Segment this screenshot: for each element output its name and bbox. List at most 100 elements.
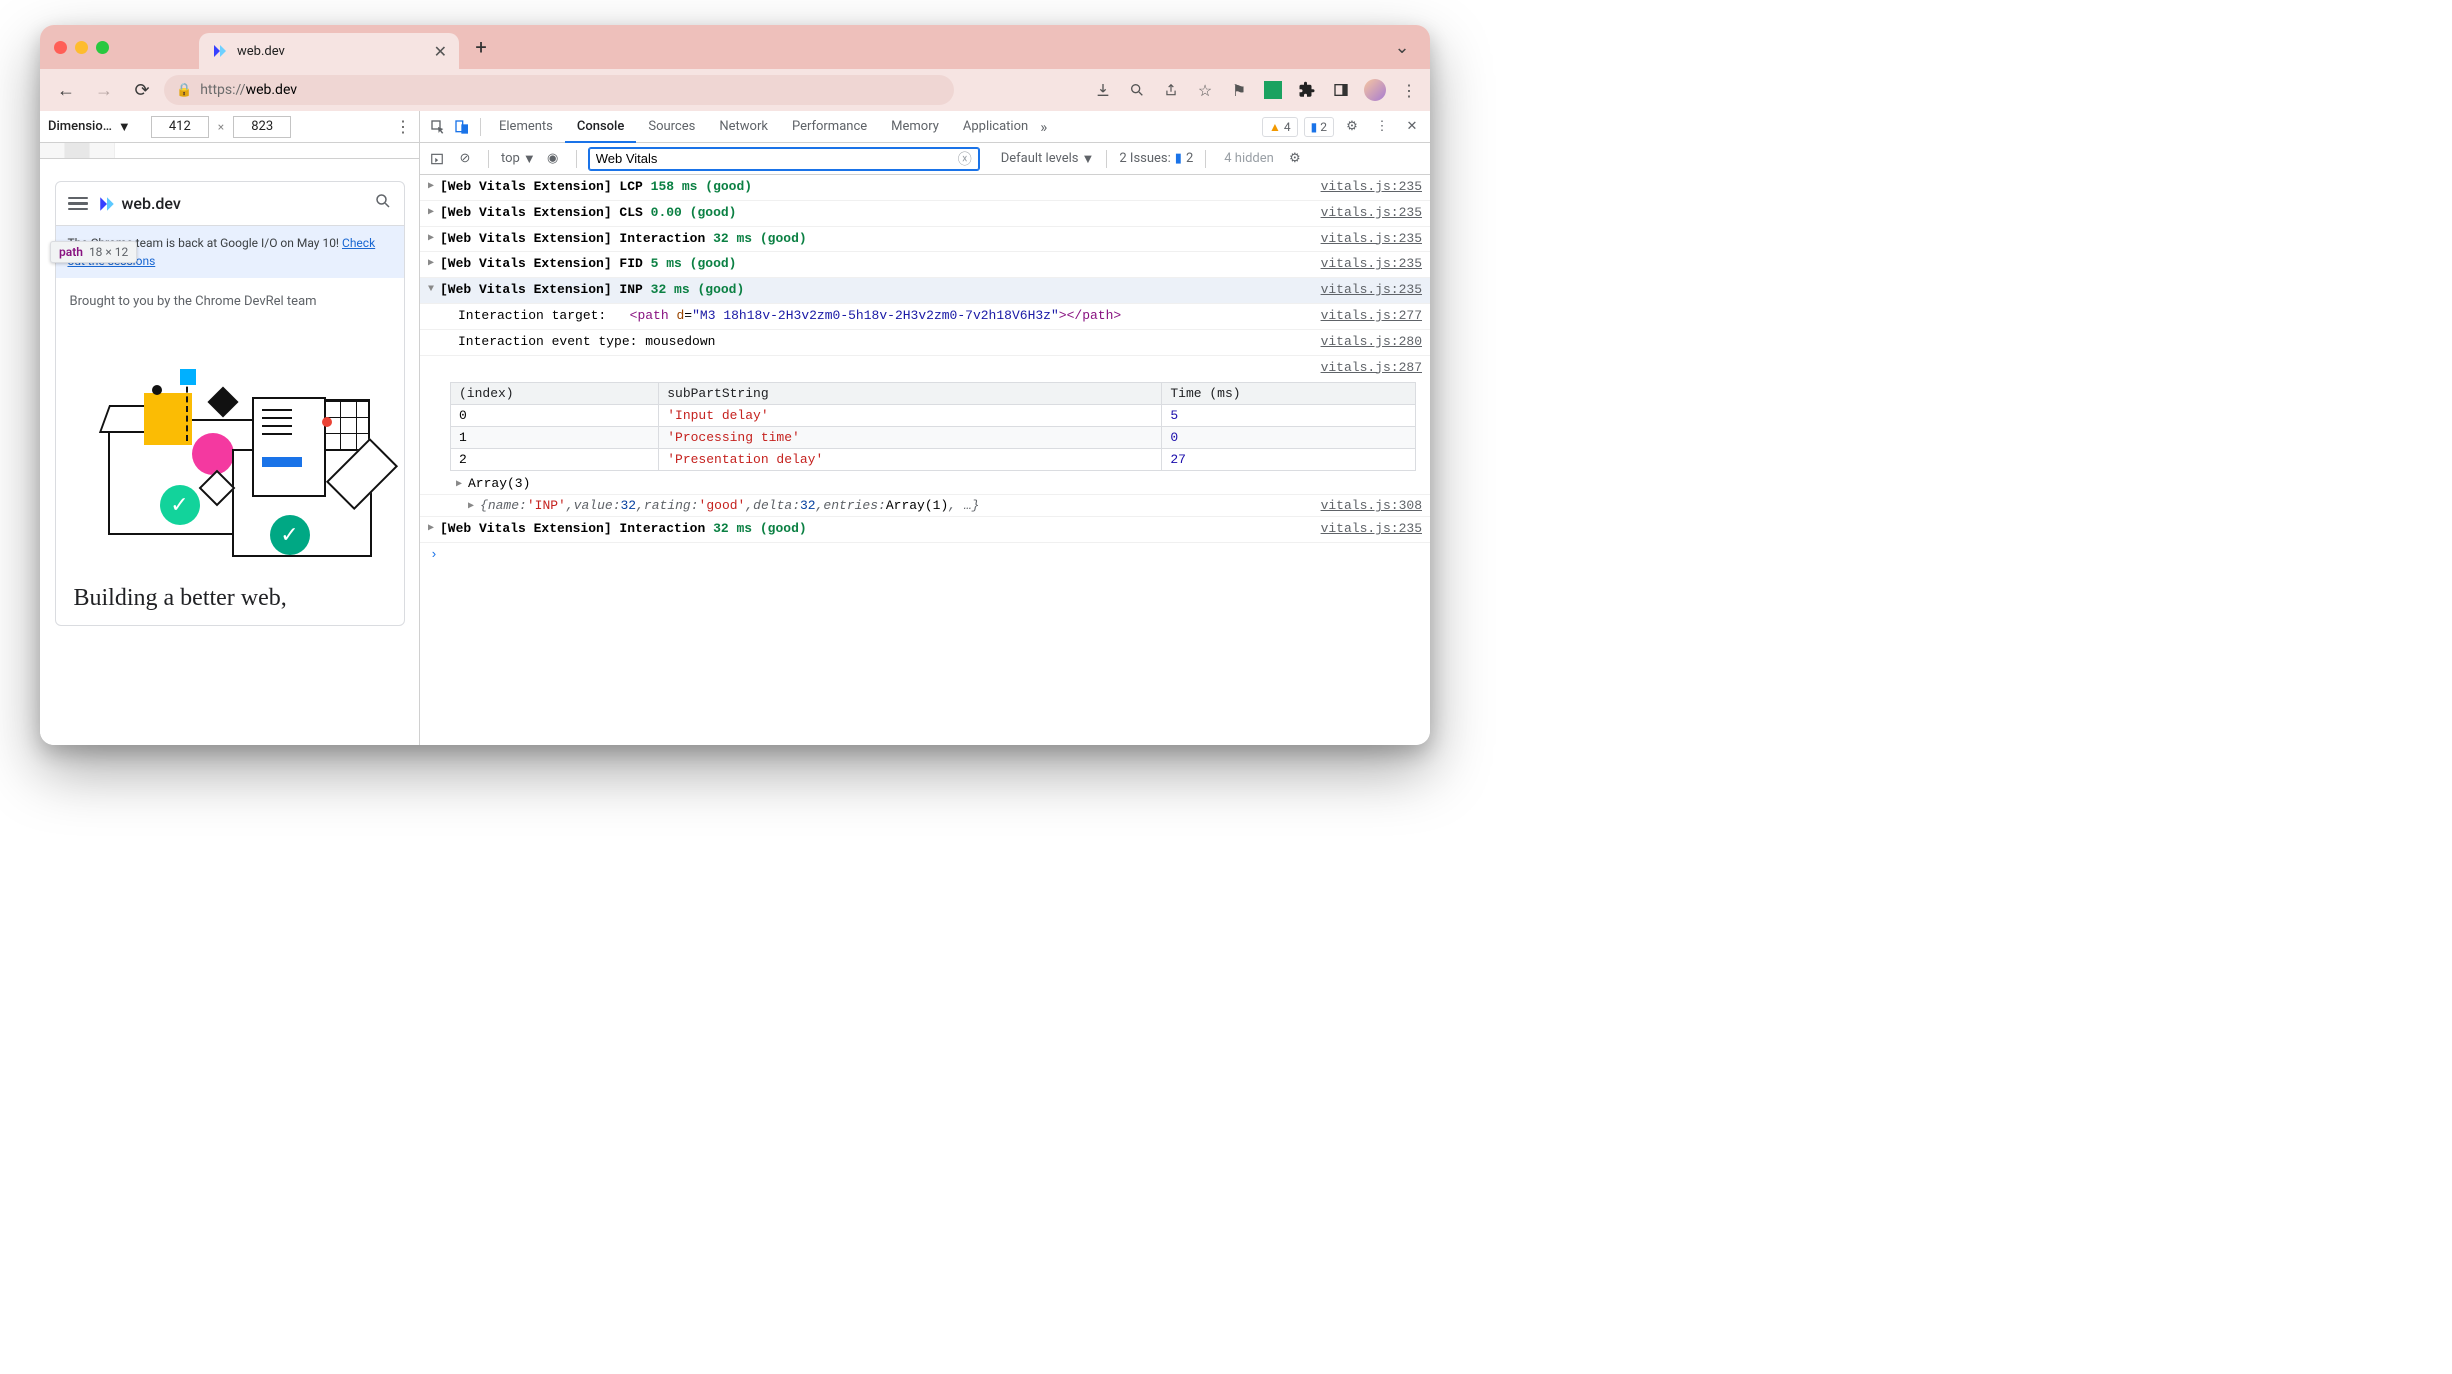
source-link[interactable]: vitals.js:235 [1309, 519, 1422, 540]
element-tooltip: path18 × 12 [50, 241, 137, 263]
address-bar: ← → ⟳ 🔒 https://web.dev ☆ ⚑ ⋮ [40, 69, 1430, 111]
device-menu[interactable]: ⋮ [395, 117, 411, 136]
download-icon[interactable] [1092, 79, 1114, 101]
webdev-logo-icon [98, 195, 116, 213]
page-header: web.dev [56, 182, 404, 226]
browser-window: web.dev ✕ + ⌄ ← → ⟳ 🔒 https://web.dev ☆ … [40, 25, 1430, 745]
log-row[interactable]: ▶ [Web Vitals Extension] CLS 0.00 (good)… [420, 201, 1430, 227]
console-sidebar-toggle[interactable] [426, 148, 448, 170]
flag-icon[interactable]: ⚑ [1228, 79, 1250, 101]
extensions-icon[interactable] [1296, 79, 1318, 101]
expand-arrow[interactable]: ▶ [428, 254, 440, 272]
sidepanel-icon[interactable] [1330, 79, 1352, 101]
expand-arrow[interactable]: ▶ [428, 203, 440, 221]
devtools-close[interactable]: ✕ [1400, 115, 1424, 139]
extension-square[interactable] [1262, 79, 1284, 101]
log-levels[interactable]: Default levels ▼ [1001, 151, 1095, 167]
device-pane: Dimensio… ▼ 412 × 823 ⋮ path18 × 12 [40, 111, 420, 745]
device-toggle-icon[interactable] [450, 115, 474, 139]
expand-arrow[interactable]: ▶ [428, 177, 440, 195]
clear-filter-icon[interactable]: ⓧ [958, 149, 972, 169]
object-line[interactable]: ▶ {name: 'INP', value: 32, rating: 'good… [420, 495, 1430, 517]
tab-sources[interactable]: Sources [636, 111, 707, 143]
issues-link[interactable]: 2 Issues: ▮2 [1119, 151, 1193, 166]
forward-button[interactable]: → [88, 74, 120, 106]
close-tab-icon[interactable]: ✕ [434, 42, 447, 61]
tab-network[interactable]: Network [707, 111, 780, 143]
source-link[interactable]: vitals.js:235 [1309, 203, 1422, 224]
tabs-overflow[interactable]: » [1040, 118, 1060, 136]
star-icon[interactable]: ☆ [1194, 79, 1216, 101]
console-body: ▶ [Web Vitals Extension] LCP 158 ms (goo… [420, 175, 1430, 745]
tab-memory[interactable]: Memory [879, 111, 951, 143]
reload-button[interactable]: ⟳ [126, 74, 158, 106]
page-subhead: Brought to you by the Chrome DevRel team [56, 278, 404, 317]
source-link[interactable]: vitals.js:235 [1309, 177, 1422, 198]
tab-performance[interactable]: Performance [780, 111, 879, 143]
source-link[interactable]: vitals.js:280 [1309, 332, 1422, 353]
tab-console[interactable]: Console [565, 111, 636, 143]
tab-title: web.dev [237, 44, 285, 59]
warnings-chip[interactable]: ▲4 [1262, 117, 1298, 137]
log-row[interactable]: ▶ [Web Vitals Extension] LCP 158 ms (goo… [420, 175, 1430, 201]
context-selector[interactable]: top ▼ [501, 151, 536, 167]
browser-menu[interactable]: ⋮ [1398, 79, 1420, 101]
log-row-expanded[interactable]: ▼ [Web Vitals Extension] INP 32 ms (good… [420, 278, 1430, 304]
tab-application[interactable]: Application [951, 111, 1040, 143]
omnibox-url: https://web.dev [200, 82, 297, 98]
clear-console-icon[interactable]: ⊘ [454, 148, 476, 170]
console-toolbar: ⊘ top ▼ ◉ ⓧ Default levels ▼ 2 Issues: ▮… [420, 143, 1430, 175]
window-minimize[interactable] [75, 41, 88, 54]
hidden-count: 4 hidden [1224, 151, 1274, 166]
live-expression-icon[interactable]: ◉ [542, 148, 564, 170]
profile-avatar[interactable] [1364, 79, 1386, 101]
console-settings-icon[interactable]: ⚙ [1284, 148, 1306, 170]
webdev-favicon [211, 42, 229, 60]
window-zoom[interactable] [96, 41, 109, 54]
console-prompt[interactable]: › [420, 543, 1430, 566]
dim-separator: × [218, 120, 224, 134]
back-button[interactable]: ← [50, 74, 82, 106]
source-link[interactable]: vitals.js:287 [1309, 358, 1422, 379]
expand-arrow[interactable]: ▶ [428, 519, 440, 537]
new-tab-button[interactable]: + [467, 33, 495, 61]
source-link[interactable]: vitals.js:235 [1309, 229, 1422, 250]
window-close[interactable] [54, 41, 67, 54]
source-link[interactable]: vitals.js:235 [1309, 280, 1422, 301]
source-link[interactable]: vitals.js:308 [1309, 498, 1422, 513]
source-link[interactable]: vitals.js:277 [1309, 306, 1422, 327]
console-filter[interactable]: ⓧ [589, 148, 979, 170]
log-row[interactable]: ▶ [Web Vitals Extension] Interaction 32 … [420, 517, 1430, 543]
search-icon[interactable] [374, 192, 392, 215]
settings-icon[interactable]: ⚙ [1340, 115, 1364, 139]
console-filter-input[interactable] [596, 151, 958, 166]
height-input[interactable]: 823 [233, 116, 291, 138]
table-row: 0'Input delay'5 [451, 405, 1416, 427]
page-logo[interactable]: web.dev [98, 194, 181, 213]
zoom-icon[interactable] [1126, 79, 1148, 101]
array-line[interactable]: ▶ Array(3) [420, 473, 1430, 495]
devtools: Elements Console Sources Network Perform… [420, 111, 1430, 745]
devtools-tabbar: Elements Console Sources Network Perform… [420, 111, 1430, 143]
tab-elements[interactable]: Elements [487, 111, 565, 143]
source-link[interactable]: vitals.js:235 [1309, 254, 1422, 275]
log-detail-event: Interaction event type: mousedown vitals… [420, 330, 1430, 356]
omnibox[interactable]: 🔒 https://web.dev [164, 75, 954, 105]
tabs-dropdown[interactable]: ⌄ [1390, 35, 1414, 59]
log-row[interactable]: ▶ [Web Vitals Extension] Interaction 32 … [420, 227, 1430, 253]
info-chip[interactable]: ▮2 [1304, 117, 1334, 137]
log-row[interactable]: ▶ [Web Vitals Extension] FID 5 ms (good)… [420, 252, 1430, 278]
browser-tab[interactable]: web.dev ✕ [199, 33, 459, 69]
width-input[interactable]: 412 [151, 116, 209, 138]
expand-arrow[interactable]: ▶ [428, 229, 440, 247]
inspect-icon[interactable] [426, 115, 450, 139]
share-icon[interactable] [1160, 79, 1182, 101]
menu-icon[interactable] [68, 197, 88, 211]
dimensions-dropdown[interactable]: ▼ [118, 119, 131, 135]
device-viewport: path18 × 12 web.dev The Chrome team is b… [40, 159, 419, 745]
traffic-lights [54, 41, 109, 54]
log-table-src: vitals.js:287 [420, 356, 1430, 381]
devtools-menu[interactable]: ⋮ [1370, 115, 1394, 139]
expand-arrow[interactable]: ▼ [428, 280, 440, 298]
page-hero: Building a better web, [56, 577, 404, 625]
